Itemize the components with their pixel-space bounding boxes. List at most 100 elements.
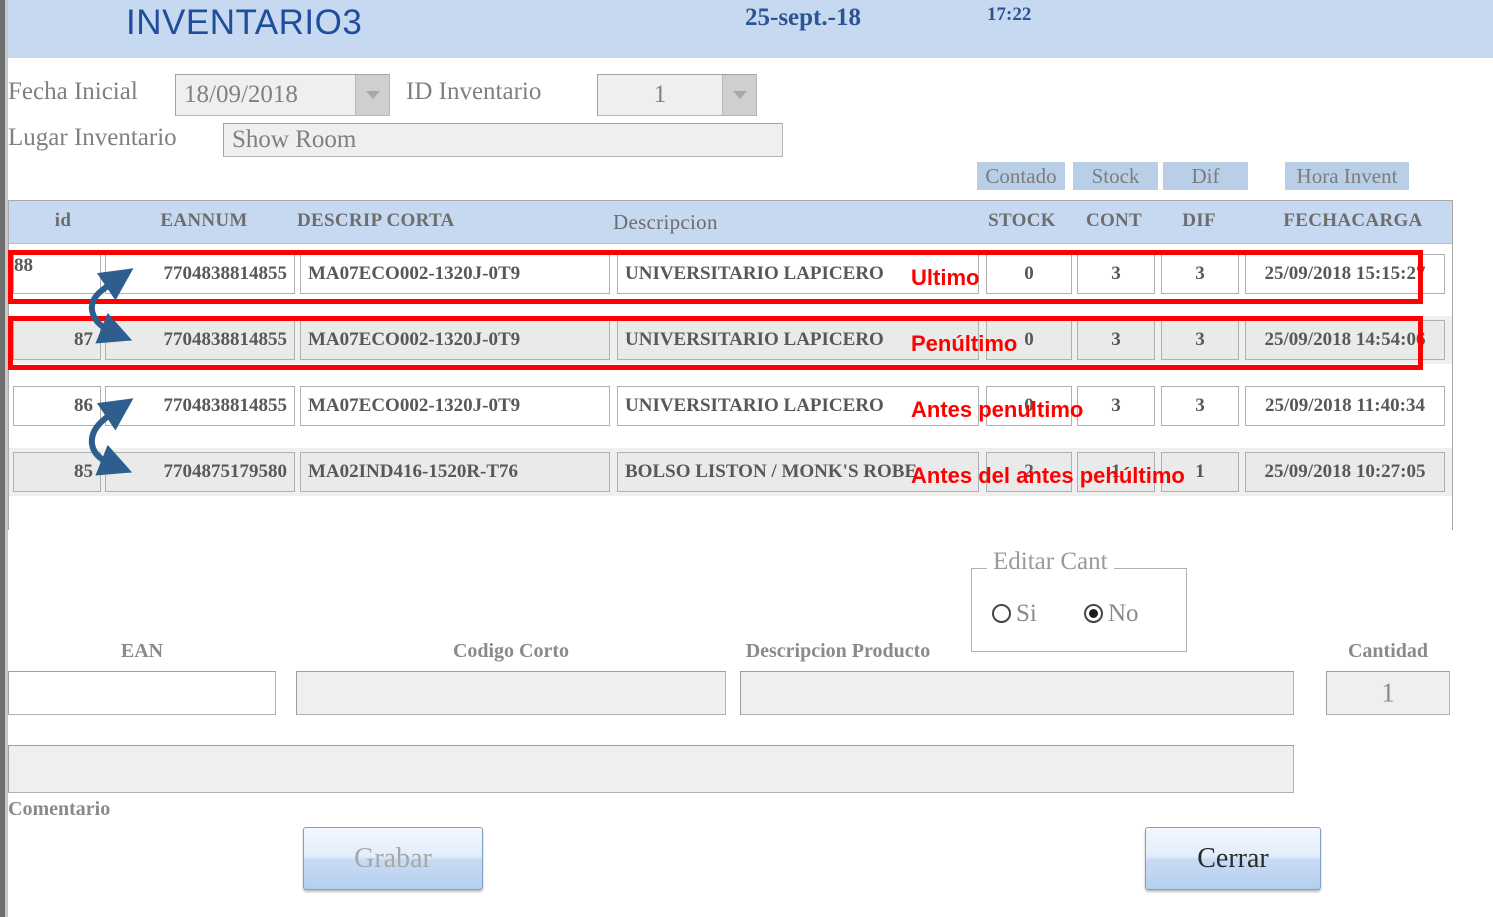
column-header-descrip-corta[interactable]: DESCRIP CORTA: [297, 210, 597, 232]
lugar-inventario-input[interactable]: Show Room: [223, 123, 783, 157]
cell-dif-text: 3: [1195, 395, 1205, 416]
datagrid-header-row: id EANNUM DESCRIP CORTA Descripcion STOC…: [9, 201, 1452, 244]
cell-eannum[interactable]: 7704838814855: [105, 320, 295, 360]
ean-label: EAN: [120, 640, 164, 662]
chip-contado: Contado: [977, 162, 1065, 190]
table-row[interactable]: 86 7704838814855 MA07ECO002-1320J-0T9 UN…: [9, 382, 1452, 430]
cell-eannum[interactable]: 7704838814855: [105, 254, 295, 294]
cell-eannum-text: 7704875179580: [163, 461, 288, 482]
cell-id[interactable]: 85: [13, 452, 101, 492]
radio-editar-cant-si[interactable]: Si: [992, 600, 1037, 628]
chevron-down-icon[interactable]: [355, 75, 389, 115]
cell-dif[interactable]: 3: [1161, 386, 1239, 426]
descripcion-producto-input[interactable]: [740, 671, 1294, 715]
cell-eannum-text: 7704838814855: [163, 263, 288, 284]
cell-eannum-text: 7704838814855: [163, 329, 288, 350]
cell-id-text: 85: [74, 461, 93, 482]
cell-stock-text: 0: [1024, 263, 1034, 284]
cell-eannum[interactable]: 7704838814855: [105, 386, 295, 426]
column-header-fechacarga[interactable]: FECHACARGA: [1257, 210, 1449, 232]
cell-cont[interactable]: 3: [1077, 320, 1155, 360]
comentario-label: Comentario: [8, 798, 111, 820]
comentario-input[interactable]: [8, 745, 1294, 793]
annotation-antes-del-antes-penultimo: Antes del antes pehúltimo: [911, 463, 1185, 488]
cell-fechacarga[interactable]: 25/09/2018 15:15:27: [1245, 254, 1445, 294]
annotation-antes-penultimo: Antes penultimo: [911, 397, 1084, 422]
cerrar-button[interactable]: Cerrar: [1145, 827, 1321, 890]
column-header-eannum[interactable]: EANNUM: [115, 210, 293, 232]
cell-descrip-corta[interactable]: MA07ECO002-1320J-0T9: [300, 254, 610, 294]
column-header-descripcion[interactable]: Descripcion: [613, 210, 943, 235]
editar-cant-title: Editar Cant: [987, 548, 1114, 576]
cell-fechacarga-text: 25/09/2018 15:15:27: [1264, 263, 1426, 284]
cell-fechacarga-text: 25/09/2018 14:54:06: [1264, 329, 1426, 350]
cell-fechacarga[interactable]: 25/09/2018 14:54:06: [1245, 320, 1445, 360]
annotation-ultimo: Ultimo: [911, 265, 980, 290]
cell-stock[interactable]: 0: [986, 254, 1072, 294]
cell-descrip-corta-text: MA02IND416-1520R-T76: [308, 461, 519, 482]
radio-no-label: No: [1108, 600, 1139, 627]
cell-fechacarga-text: 25/09/2018 10:27:05: [1264, 461, 1426, 482]
column-header-id[interactable]: id: [23, 210, 103, 232]
cell-cont[interactable]: 3: [1077, 386, 1155, 426]
cell-cont-text: 3: [1111, 263, 1121, 284]
id-inventario-label: ID Inventario: [406, 78, 542, 105]
fecha-inicial-combobox[interactable]: 18/09/2018: [175, 74, 390, 116]
id-inventario-value: 1: [653, 81, 667, 108]
lugar-inventario-label: Lugar Inventario: [8, 124, 177, 151]
cell-id[interactable]: 86: [13, 386, 101, 426]
grabar-button[interactable]: Grabar: [303, 827, 483, 890]
chip-hora-invent: Hora Invent: [1285, 162, 1409, 190]
cell-fechacarga-text: 25/09/2018 11:40:34: [1265, 395, 1425, 416]
cell-descrip-corta-text: MA07ECO002-1320J-0T9: [308, 263, 521, 284]
cell-eannum-text: 7704838814855: [163, 395, 288, 416]
table-row[interactable]: 87 7704838814855 MA07ECO002-1320J-0T9 UN…: [9, 316, 1452, 364]
cell-descrip-corta[interactable]: MA02IND416-1520R-T76: [300, 452, 610, 492]
cell-eannum[interactable]: 7704875179580: [105, 452, 295, 492]
annotation-penultimo: Penúltimo: [911, 331, 1018, 356]
table-row[interactable]: 85 7704875179580 MA02IND416-1520R-T76 BO…: [9, 448, 1452, 496]
chip-dif: Dif: [1163, 162, 1248, 190]
datagrid-empty-strip: [9, 514, 1452, 530]
radio-circle-icon: [992, 604, 1011, 623]
column-header-cont[interactable]: CONT: [1071, 210, 1157, 232]
chip-stock: Stock: [1073, 162, 1158, 190]
cell-cont[interactable]: 3: [1077, 254, 1155, 294]
ean-input[interactable]: [8, 671, 276, 715]
id-inventario-combobox[interactable]: 1: [597, 74, 757, 116]
grabar-button-label: Grabar: [354, 842, 432, 874]
cell-dif-text: 3: [1195, 329, 1205, 350]
title-bar: INVENTARIO3 25-sept.-18 17:22: [8, 0, 1493, 58]
column-header-stock[interactable]: STOCK: [975, 210, 1069, 232]
cerrar-button-label: Cerrar: [1197, 842, 1269, 874]
cell-descrip-corta[interactable]: MA07ECO002-1320J-0T9: [300, 386, 610, 426]
cell-descrip-corta[interactable]: MA07ECO002-1320J-0T9: [300, 320, 610, 360]
cell-fechacarga[interactable]: 25/09/2018 11:40:34: [1245, 386, 1445, 426]
header-date: 25-sept.-18: [745, 4, 861, 31]
cell-fechacarga[interactable]: 25/09/2018 10:27:05: [1245, 452, 1445, 492]
radio-editar-cant-no[interactable]: No: [1084, 600, 1139, 628]
cell-id-text: 86: [74, 395, 93, 416]
radio-si-label: Si: [1016, 600, 1037, 627]
header-time: 17:22: [987, 4, 1032, 25]
page-title: INVENTARIO3: [126, 3, 363, 42]
cell-dif-text: 3: [1195, 263, 1205, 284]
codigo-corto-input[interactable]: [296, 671, 726, 715]
inventory-datagrid[interactable]: id EANNUM DESCRIP CORTA Descripcion STOC…: [8, 200, 1453, 530]
cell-id[interactable]: 88: [13, 254, 101, 294]
radio-circle-selected-icon: [1084, 604, 1103, 623]
chevron-down-icon[interactable]: [722, 75, 756, 115]
cell-dif[interactable]: 3: [1161, 320, 1239, 360]
cell-id[interactable]: 87: [13, 320, 101, 360]
cell-dif[interactable]: 3: [1161, 254, 1239, 294]
table-row[interactable]: 88 7704838814855 MA07ECO002-1320J-0T9 UN…: [9, 250, 1452, 298]
codigo-corto-label: Codigo Corto: [452, 640, 570, 662]
cantidad-input[interactable]: 1: [1326, 671, 1450, 715]
cell-cont-text: 3: [1111, 329, 1121, 350]
cell-descrip-corta-text: MA07ECO002-1320J-0T9: [308, 329, 521, 350]
cell-id-text: 87: [74, 329, 93, 350]
lugar-inventario-value: Show Room: [232, 126, 357, 153]
column-header-dif[interactable]: DIF: [1157, 210, 1241, 232]
cantidad-label: Cantidad: [1347, 640, 1429, 662]
cantidad-value: 1: [1381, 677, 1395, 708]
